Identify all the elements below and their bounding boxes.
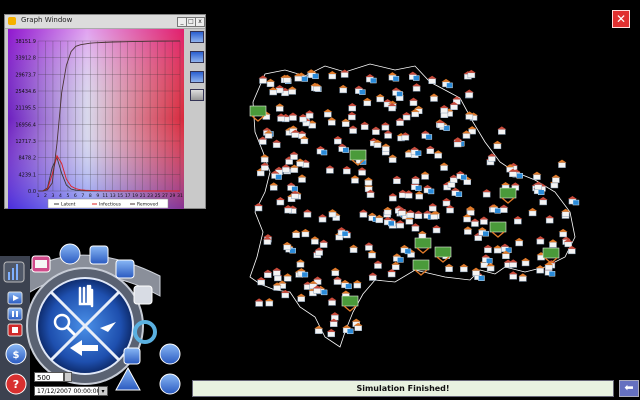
- legend-label: Latent: [61, 202, 76, 208]
- document-icon[interactable]: [89, 245, 109, 265]
- svg-text:?: ?: [13, 378, 19, 391]
- y-tick-label: 16956.4: [15, 122, 36, 128]
- x-tick-label: 5: [66, 193, 69, 199]
- house-icon: [466, 69, 476, 79]
- chart-view-button[interactable]: [190, 31, 204, 43]
- date-select[interactable]: 17/12/2007 00:00:00: [34, 386, 108, 396]
- x-tick-label: 2: [44, 193, 47, 199]
- x-tick-label: 27: [162, 193, 168, 199]
- y-tick-label: 4239.1: [19, 172, 37, 178]
- y-tick-label: 29673.7: [15, 72, 36, 78]
- y-tick-label: 21195.5: [15, 106, 36, 112]
- chart-save-button[interactable]: [190, 89, 204, 101]
- control-panel: $ ?: [0, 243, 181, 400]
- house-icon: [427, 75, 437, 84]
- graph-titlebar[interactable]: Graph Window _ □ x: [5, 15, 205, 29]
- y-tick-label: 33912.8: [15, 56, 36, 62]
- chevron-down-icon[interactable]: ▾: [98, 386, 108, 396]
- y-tick-label: 25434.6: [15, 89, 36, 95]
- x-tick-label: 31: [177, 193, 183, 199]
- house-icon: [492, 140, 502, 150]
- house-icon: [518, 273, 528, 282]
- legend-label: Infectious: [99, 202, 122, 208]
- svg-text:$: $: [13, 350, 20, 361]
- x-tick-label: 6: [74, 193, 77, 199]
- y-tick-label: 8478.2: [19, 156, 37, 162]
- house-icon: [557, 159, 567, 168]
- house-icon: [264, 298, 274, 307]
- region-outline: [249, 63, 576, 348]
- graph-window-title: Graph Window: [21, 16, 73, 24]
- status-bar: Simulation Finished!: [192, 380, 614, 397]
- x-tick-label: 19: [132, 193, 138, 199]
- house-icon: [464, 89, 474, 98]
- chart-legend: Latent Infectious Removed: [54, 202, 158, 208]
- new-sim-icon[interactable]: [59, 243, 81, 265]
- x-tick-label: 25: [155, 193, 161, 199]
- x-tick-label: 4: [59, 193, 62, 199]
- house-icon: [254, 298, 264, 307]
- x-tick-label: 29: [170, 193, 176, 199]
- x-tick-label: 7: [81, 193, 84, 199]
- back-button[interactable]: ⬅: [619, 380, 639, 397]
- x-tick-label: 21: [140, 193, 146, 199]
- save-icon[interactable]: [133, 285, 153, 305]
- x-tick-label: 23: [147, 193, 153, 199]
- house-icon: [567, 196, 580, 206]
- x-tick-label: 9: [96, 193, 99, 199]
- sir-chart: 38151.9 33912.8 29673.7 25434.6 21195.5 16956…: [8, 29, 184, 209]
- x-tick-label: 8: [89, 193, 92, 199]
- house-icon: [551, 174, 561, 183]
- x-tick-label: 3: [52, 193, 55, 199]
- close-app-button[interactable]: ✕: [612, 10, 630, 28]
- close-graph-button[interactable]: x: [195, 17, 205, 27]
- chart-export-button[interactable]: [190, 71, 204, 83]
- x-tick-label: 13: [110, 193, 116, 199]
- house-icon: [497, 126, 507, 135]
- y-tick-label: 0.0: [28, 189, 36, 195]
- y-tick-label: 12717.3: [15, 139, 36, 145]
- status-message: Simulation Finished!: [356, 384, 450, 393]
- legend-label: Removed: [137, 202, 158, 208]
- globe-icon[interactable]: [159, 373, 181, 395]
- speed-stepper[interactable]: [64, 372, 72, 382]
- target-icon[interactable]: [159, 343, 181, 365]
- house-icon: [532, 171, 542, 180]
- app-logo-icon: [8, 17, 16, 25]
- x-tick-label: 1: [37, 193, 40, 199]
- y-tick-label: 38151.9: [15, 39, 36, 45]
- x-tick-label: 15: [117, 193, 123, 199]
- edit-icon[interactable]: [115, 259, 135, 279]
- x-tick-label: 17: [125, 193, 131, 199]
- layers-icon[interactable]: [123, 347, 141, 365]
- speed-input[interactable]: 500: [34, 372, 64, 382]
- house-icon: [441, 78, 453, 89]
- chart-zoom-button[interactable]: [190, 51, 204, 63]
- graph-window: Graph Window _ □ x 38151.9 33912.8 29673.7…: [4, 14, 206, 209]
- house-icon: [508, 271, 518, 280]
- pause-icon[interactable]: [7, 307, 23, 321]
- simulation-map[interactable]: [245, 62, 585, 352]
- x-tick-label: 11: [102, 193, 108, 199]
